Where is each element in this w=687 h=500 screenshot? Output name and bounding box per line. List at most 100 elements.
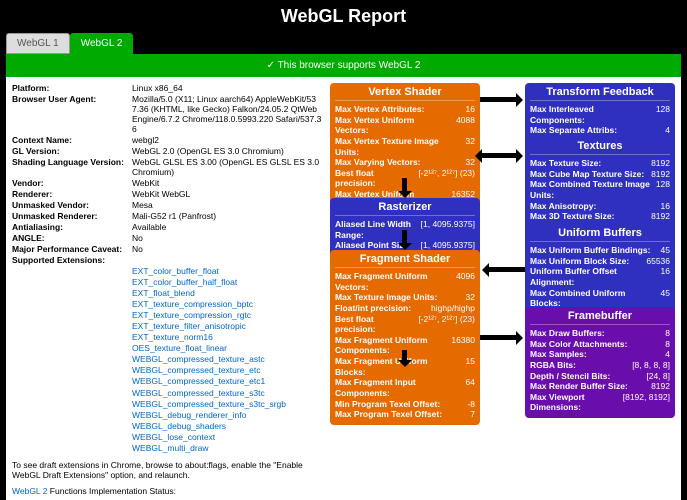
info-value: Mesa xyxy=(132,200,322,210)
card-row: Max Vertex Texture Image Units:32 xyxy=(335,136,475,157)
card-title: Uniform Buffers xyxy=(530,227,670,242)
info-label: Unmasked Renderer: xyxy=(12,211,132,221)
arrow-rasterizer-fragment xyxy=(402,230,407,245)
card-row: Max Cube Map Texture Size:8192 xyxy=(530,169,670,180)
info-label: Shading Language Version: xyxy=(12,157,132,177)
info-row: ANGLE:No xyxy=(12,233,322,243)
info-label: Platform: xyxy=(12,83,132,93)
tab-webgl2[interactable]: WebGL 2 xyxy=(70,33,134,54)
extension-link[interactable]: WEBGL_debug_shaders xyxy=(132,421,322,432)
extension-link[interactable]: EXT_texture_norm16 xyxy=(132,332,322,343)
arrow-fragment-fb xyxy=(402,350,407,362)
extension-link[interactable]: EXT_float_blend xyxy=(132,288,322,299)
info-value: Mali-G52 r1 (Panfrost) xyxy=(132,211,322,221)
extension-link[interactable]: WEBGL_lose_context xyxy=(132,432,322,443)
info-value: Linux x86_64 xyxy=(132,83,322,93)
extension-link[interactable]: WEBGL_compressed_texture_astc xyxy=(132,354,322,365)
card-row: Max Fragment Input Components:64 xyxy=(335,377,475,398)
extension-link[interactable]: WEBGL_compressed_texture_etc1 xyxy=(132,376,322,387)
info-label: ANGLE: xyxy=(12,233,132,243)
info-label: GL Version: xyxy=(12,146,132,156)
info-row: Shading Language Version:WebGL GLSL ES 3… xyxy=(12,157,322,177)
tab-webgl1[interactable]: WebGL 1 xyxy=(6,33,70,54)
info-row: Major Performance Caveat:No xyxy=(12,244,322,254)
info-label: Renderer: xyxy=(12,189,132,199)
arrow-vertex-tf xyxy=(480,97,518,102)
draft-note: To see draft extensions in Chrome, brows… xyxy=(12,460,322,480)
extension-link[interactable]: WEBGL_compressed_texture_s3tc_srgb xyxy=(132,399,322,410)
extension-link[interactable]: WEBGL_debug_renderer_info xyxy=(132,410,322,421)
card-row: Max Texture Image Units:32 xyxy=(335,292,475,303)
info-row: Renderer:WebKit WebGL xyxy=(12,189,322,199)
info-value: No xyxy=(132,244,322,254)
extension-link[interactable]: WEBGL_multi_draw xyxy=(132,443,322,454)
card-row: Max Combined Uniform Blocks:45 xyxy=(530,288,670,309)
info-label: Vendor: xyxy=(12,178,132,188)
info-row: Supported Extensions: xyxy=(12,255,322,265)
extension-link[interactable]: EXT_texture_filter_anisotropic xyxy=(132,321,322,332)
card-row: Max Samples:4 xyxy=(530,349,670,360)
info-label: Context Name: xyxy=(12,135,132,145)
card-row: Min Program Texel Offset:-8 xyxy=(335,399,475,410)
card-row: Uniform Buffer Offset Alignment:16 xyxy=(530,266,670,287)
card-row: Max 3D Texture Size:8192 xyxy=(530,211,670,222)
func-status: WebGL 2 Functions Implementation Status: xyxy=(12,486,322,496)
info-label: Antialiasing: xyxy=(12,222,132,232)
card-row: Max Program Texel Offset:7 xyxy=(335,409,475,420)
extension-link[interactable]: OES_texture_float_linear xyxy=(132,343,322,354)
card-row: Max Draw Buffers:8 xyxy=(530,328,670,339)
info-value: webgl2 xyxy=(132,135,322,145)
info-label: Major Performance Caveat: xyxy=(12,244,132,254)
info-value: WebGL 2.0 (OpenGL ES 3.0 Chromium) xyxy=(132,146,322,156)
card-row: Best float precision:[-2¹²⁷, 2¹²⁷] (23) xyxy=(335,314,475,335)
card-title: Rasterizer xyxy=(335,201,475,216)
info-row: Unmasked Vendor:Mesa xyxy=(12,200,322,210)
extension-link[interactable]: EXT_texture_compression_bptc xyxy=(132,299,322,310)
extension-link[interactable]: EXT_texture_compression_rgtc xyxy=(132,310,322,321)
info-value: WebKit xyxy=(132,178,322,188)
diagram: Vertex Shader Max Vertex Attributes:16 Max… xyxy=(330,83,675,500)
info-row: GL Version:WebGL 2.0 (OpenGL ES 3.0 Chro… xyxy=(12,146,322,156)
card-row: RGBA Bits:[8, 8, 8, 8] xyxy=(530,360,670,371)
info-row: Vendor:WebKit xyxy=(12,178,322,188)
support-banner: This browser supports WebGL 2 xyxy=(6,54,681,77)
arrow-uniform-fragment xyxy=(487,267,525,272)
card-fragment: Fragment Shader Max Fragment Uniform Vect… xyxy=(330,250,480,425)
card-row: Max Render Buffer Size:8192 xyxy=(530,381,670,392)
card-title: Vertex Shader xyxy=(335,86,475,101)
arrow-vertex-rasterizer xyxy=(402,178,407,193)
card-row: Max Vertex Attributes:16 xyxy=(335,104,475,115)
info-value xyxy=(132,255,322,265)
webgl2-link[interactable]: WebGL 2 xyxy=(12,486,47,496)
info-label: Unmasked Vendor: xyxy=(12,200,132,210)
card-row: Max Texture Size:8192 xyxy=(530,158,670,169)
card-row: Max Interleaved Components:128 xyxy=(530,104,670,125)
info-row: Browser User Agent:Mozilla/5.0 (X11; Lin… xyxy=(12,94,322,134)
info-panel: Platform:Linux x86_64Browser User Agent:… xyxy=(12,83,322,500)
info-label: Browser User Agent: xyxy=(12,94,132,134)
extension-link[interactable]: EXT_color_buffer_float xyxy=(132,266,322,277)
tabs: WebGL 1 WebGL 2 xyxy=(6,33,681,54)
card-row: Float/int precision:highp/highp xyxy=(335,303,475,314)
extension-link[interactable]: WEBGL_compressed_texture_s3tc xyxy=(132,388,322,399)
info-label: Supported Extensions: xyxy=(12,255,132,265)
card-title: Fragment Shader xyxy=(335,253,475,268)
card-row: Max Fragment Uniform Vectors:4096 xyxy=(335,271,475,292)
card-title: Framebuffer xyxy=(530,310,670,325)
info-row: Context Name:webgl2 xyxy=(12,135,322,145)
card-title: Textures xyxy=(530,140,670,155)
card-row: Max Uniform Block Size:65536 xyxy=(530,256,670,267)
extension-link[interactable]: EXT_color_buffer_half_float xyxy=(132,277,322,288)
info-row: Unmasked Renderer:Mali-G52 r1 (Panfrost) xyxy=(12,211,322,221)
info-row: Platform:Linux x86_64 xyxy=(12,83,322,93)
card-row: Max Color Attachments:8 xyxy=(530,339,670,350)
info-value: WebGL GLSL ES 3.00 (OpenGL ES GLSL ES 3.… xyxy=(132,157,322,177)
card-row: Max Uniform Buffer Bindings:45 xyxy=(530,245,670,256)
card-row: Max Combined Texture Image Units:128 xyxy=(530,179,670,200)
card-title: Transform Feedback xyxy=(530,86,670,101)
info-value: WebKit WebGL xyxy=(132,189,322,199)
card-row: Depth / Stencil Bits:[24, 8] xyxy=(530,371,670,382)
extension-link[interactable]: WEBGL_compressed_texture_etc xyxy=(132,365,322,376)
card-row: Max Varying Vectors:32 xyxy=(335,157,475,168)
arrow-fragment-fb-h xyxy=(480,335,518,340)
